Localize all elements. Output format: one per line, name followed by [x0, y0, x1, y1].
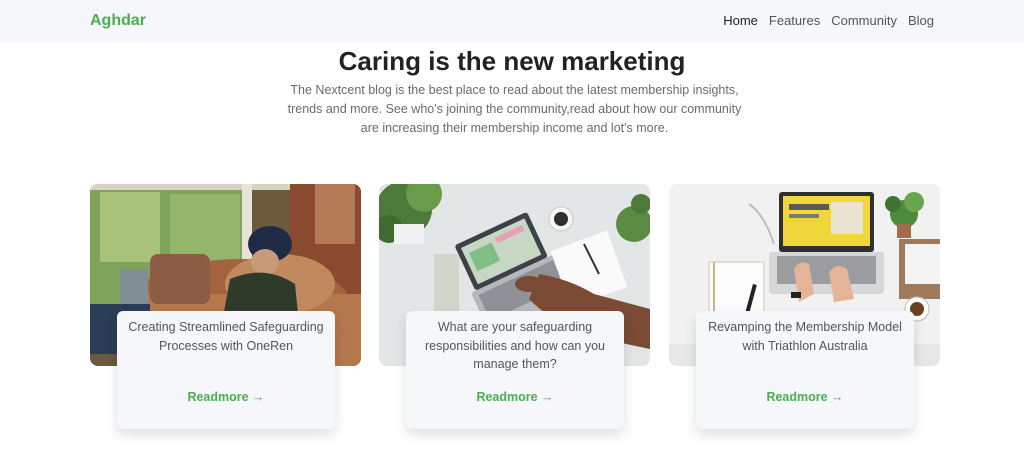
nav-menu: Home Features Community Blog [723, 13, 934, 28]
hero-description: The Nextcent blog is the best place to r… [287, 83, 742, 135]
blog-card-title[interactable]: Creating Streamlined Safeguarding Proces… [117, 318, 335, 355]
nav-link-home[interactable]: Home [723, 13, 758, 28]
navbar: Aghdar Home Features Community Blog [0, 0, 1024, 42]
nav-link-community[interactable]: Community [831, 13, 897, 28]
blog-card-title[interactable]: Revamping the Membership Model with Tria… [696, 318, 914, 355]
nav-link-features[interactable]: Features [769, 13, 820, 28]
blog-card-1: Creating Streamlined Safeguarding Proces… [117, 311, 335, 429]
readmore-link[interactable]: Readmore → [696, 390, 914, 404]
blog-card-3: Revamping the Membership Model with Tria… [696, 311, 914, 429]
brand-logo[interactable]: Aghdar [90, 12, 146, 30]
readmore-link[interactable]: Readmore → [117, 390, 335, 404]
blog-card-2: What are your safeguarding responsibilit… [406, 311, 624, 429]
nav-link-blog[interactable]: Blog [908, 13, 934, 28]
blog-card-title[interactable]: What are your safeguarding responsibilit… [406, 318, 624, 374]
readmore-link[interactable]: Readmore → [406, 390, 624, 404]
page-title: Caring is the new marketing [338, 46, 686, 76]
